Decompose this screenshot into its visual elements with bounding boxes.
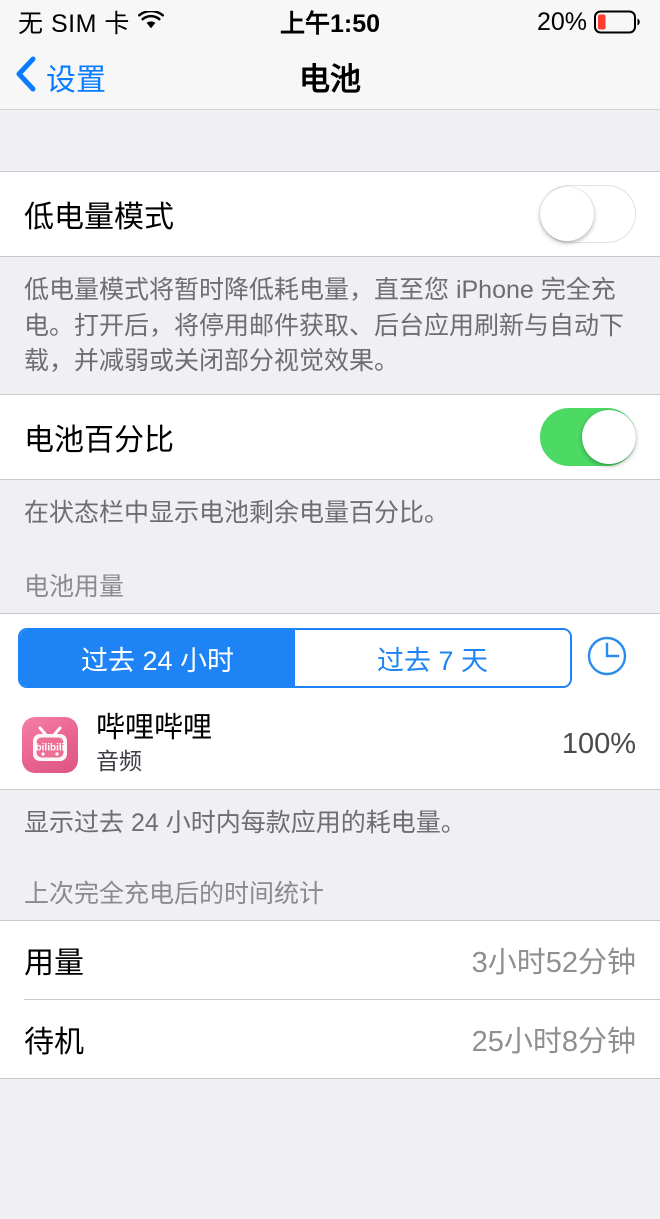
segment-last-24-hours[interactable]: 过去 24 小时: [20, 630, 295, 686]
battery-percentage-toggle[interactable]: [540, 407, 636, 466]
usage-row: 用量 3小时52分钟: [0, 920, 660, 999]
spacer-top: [0, 110, 660, 171]
status-bar-right: 20%: [537, 8, 642, 37]
svg-text:bilibili: bilibili: [36, 742, 65, 753]
standby-label: 待机: [24, 1025, 84, 1059]
clock-icon: [585, 634, 629, 683]
status-bar: 无 SIM 卡 上午1:50 20%: [0, 0, 660, 44]
list-item[interactable]: bilibili 哔哩哔哩 音频 100%: [0, 702, 660, 790]
back-button-label: 设置: [46, 63, 106, 97]
app-text-block: 哔哩哔哩 音频: [96, 712, 562, 777]
battery-usage-footer: 显示过去 24 小时内每款应用的耗电量。: [0, 790, 660, 856]
usage-value: 3小时52分钟: [471, 946, 636, 979]
usage-label: 用量: [24, 946, 84, 980]
battery-usage-section-header: 电池用量: [0, 545, 660, 613]
battery-percent-label: 20%: [536, 7, 587, 36]
spacer-bottom: [0, 1078, 660, 1219]
toggle-knob: [540, 187, 594, 241]
app-name: 哔哩哔哩: [96, 712, 213, 744]
battery-percentage-group: 电池百分比: [0, 393, 660, 480]
navigation-bar: 设置 电池: [0, 44, 660, 110]
battery-percentage-footer: 在状态栏中显示电池剩余电量百分比。: [0, 479, 660, 545]
wifi-icon: [137, 8, 164, 37]
battery-icon: [594, 10, 642, 34]
status-bar-left: 无 SIM 卡: [18, 4, 164, 40]
low-power-mode-footer: 低电量模式将暂时降低耗电量，直至您 iPhone 完全充电。打开后，将停用邮件获…: [0, 257, 660, 394]
standby-value: 25小时8分钟: [471, 1025, 636, 1058]
time-since-charge-group: 用量 3小时52分钟 待机 25小时8分钟: [0, 919, 660, 1079]
app-battery-percent: 100%: [561, 728, 636, 761]
battery-usage-segment-row: 过去 24 小时 过去 7 天: [0, 613, 660, 702]
back-button[interactable]: 设置: [0, 55, 106, 99]
chevron-left-icon: [14, 55, 38, 98]
battery-percentage-row[interactable]: 电池百分比: [0, 394, 660, 479]
carrier-label: 无 SIM 卡: [18, 10, 130, 38]
app-subtitle: 音频: [96, 748, 142, 775]
bilibili-app-icon: bilibili: [22, 716, 78, 773]
battery-usage-app-list: bilibili 哔哩哔哩 音频 100%: [0, 702, 660, 791]
time-since-charge-section-header: 上次完全充电后的时间统计: [0, 855, 660, 920]
time-range-segmented-control[interactable]: 过去 24 小时 过去 7 天: [18, 628, 572, 688]
low-power-mode-group: 低电量模式: [0, 171, 660, 257]
segment-last-7-days[interactable]: 过去 7 天: [295, 630, 570, 686]
toggle-knob: [582, 409, 636, 464]
show-time-button[interactable]: [572, 634, 642, 683]
low-power-mode-label: 低电量模式: [24, 201, 174, 234]
low-power-mode-toggle[interactable]: [540, 185, 636, 243]
battery-percentage-label: 电池百分比: [24, 423, 174, 457]
standby-row: 待机 25小时8分钟: [0, 999, 660, 1078]
low-power-mode-row[interactable]: 低电量模式: [0, 172, 660, 256]
